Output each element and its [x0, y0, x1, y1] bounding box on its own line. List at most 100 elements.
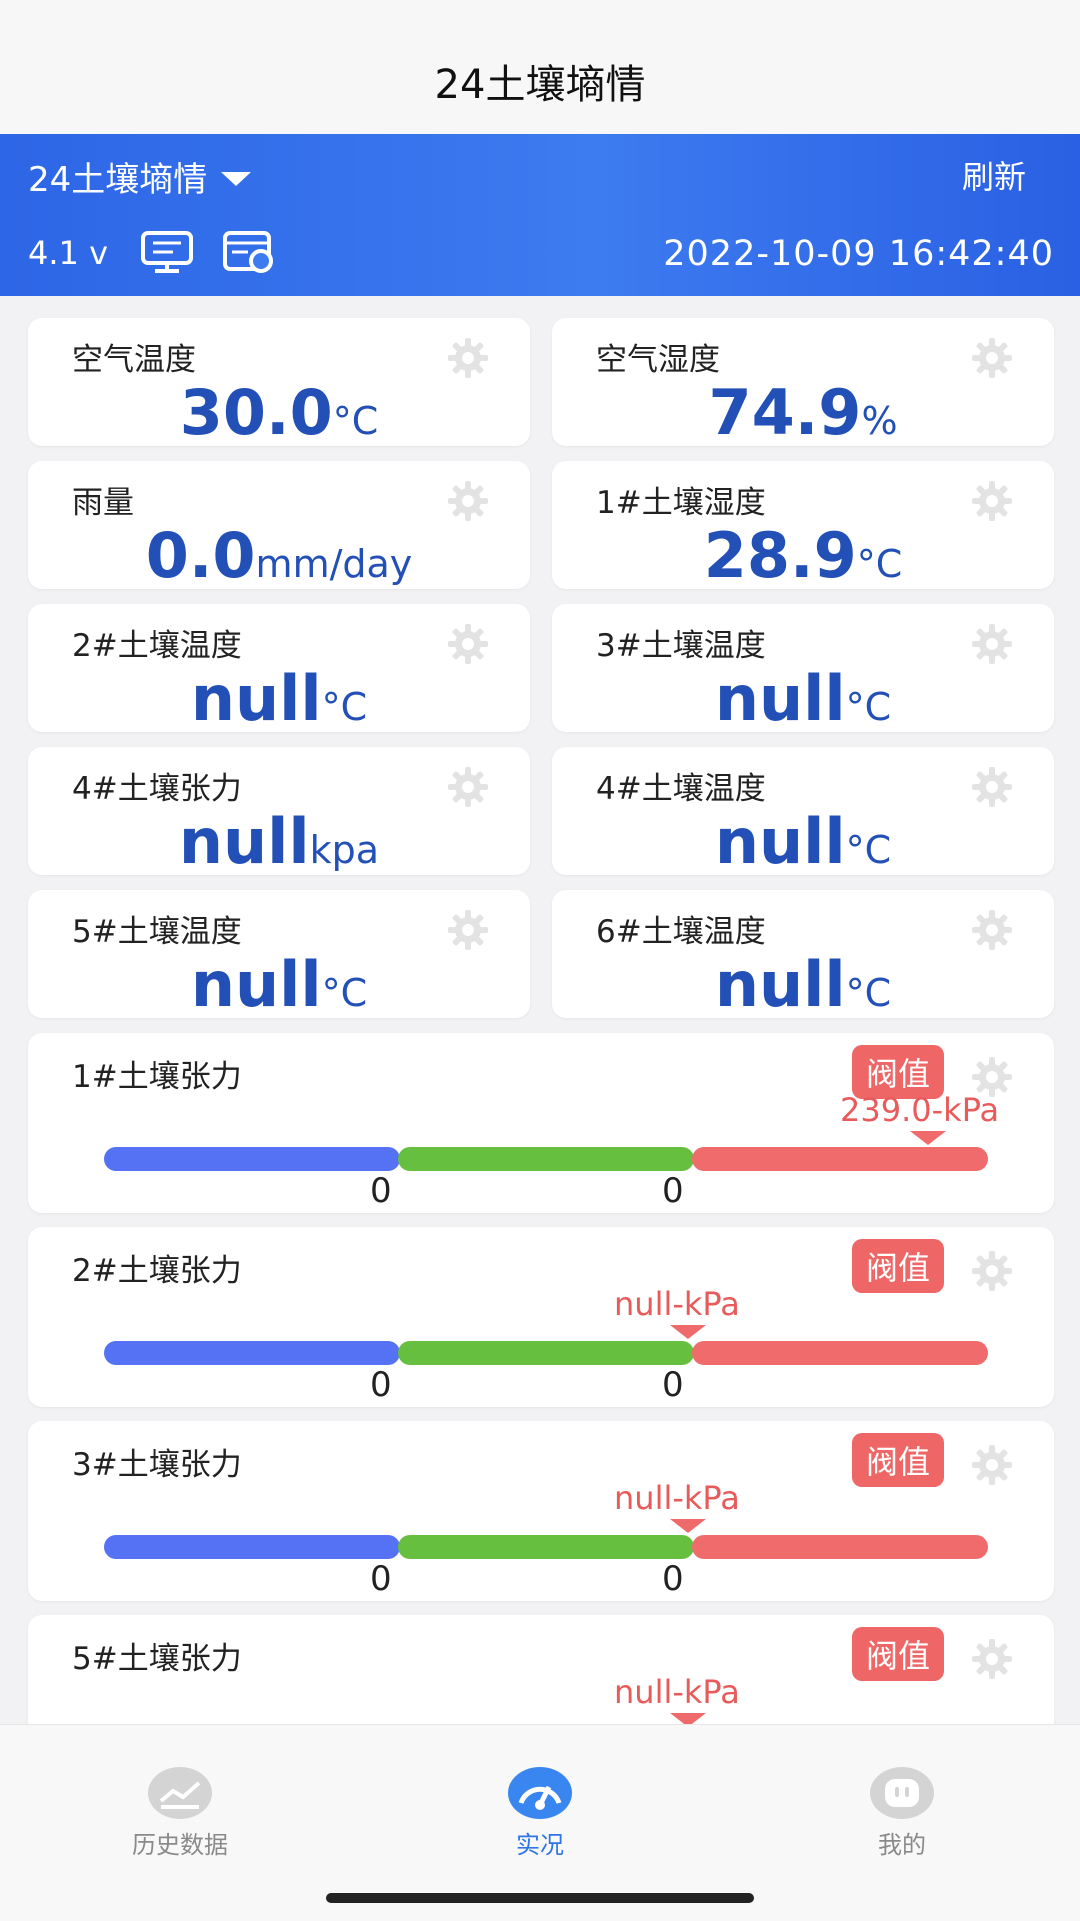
value-number: null — [190, 948, 322, 1021]
range-bar-high — [692, 1535, 988, 1559]
sensor-value: 28.9°C — [552, 519, 1054, 592]
sensor-value: 74.9% — [552, 376, 1054, 449]
tension-card-3[interactable]: 3#土壤张力 阀值 null-kPa 0 0 — [28, 1421, 1054, 1601]
sensor-label: 雨量 — [72, 485, 134, 521]
sensor-card-soil4-tension[interactable]: 4#土壤张力 nullkpa — [28, 747, 530, 878]
tension-label: 5#土壤张力 — [72, 1641, 242, 1677]
sensor-label: 1#土壤湿度 — [596, 485, 766, 521]
sensor-card-soil2-temp[interactable]: 2#土壤温度 null°C — [28, 604, 530, 735]
value-unit: °C — [845, 971, 892, 1015]
range-bar-mid — [398, 1535, 694, 1559]
tension-label: 3#土壤张力 — [72, 1447, 242, 1483]
chart-icon — [148, 1767, 212, 1819]
gear-icon[interactable] — [446, 336, 490, 380]
range-bar-low — [104, 1147, 400, 1171]
sensor-label: 3#土壤温度 — [596, 628, 766, 664]
timestamp: 2022-10-09 16:42:40 — [663, 234, 1054, 274]
value-unit: °C — [845, 685, 892, 729]
tension-card-1[interactable]: 1#土壤张力 阀值 239.0-kPa 0 0 — [28, 1033, 1054, 1213]
nav-live[interactable]: 实况 — [440, 1765, 640, 1860]
sensor-card-soil5-temp[interactable]: 5#土壤温度 null°C — [28, 890, 530, 1021]
gear-icon[interactable] — [970, 336, 1014, 380]
top-title-bar: 24土壤墒情 — [0, 0, 1080, 134]
threshold-button[interactable]: 阀值 — [851, 1627, 944, 1681]
profile-icon — [870, 1767, 934, 1819]
range-tick-1: 0 — [370, 1559, 392, 1599]
gear-icon[interactable] — [970, 479, 1014, 523]
gear-icon[interactable] — [446, 765, 490, 809]
page-title: 24土壤墒情 — [434, 62, 646, 108]
sensor-value: null°C — [28, 662, 530, 735]
range-bar-high — [692, 1341, 988, 1365]
refresh-button[interactable]: 刷新 — [962, 152, 1026, 198]
value-number: null — [714, 948, 846, 1021]
gear-icon[interactable] — [446, 622, 490, 666]
value-number: 74.9 — [708, 376, 862, 449]
gear-icon[interactable] — [446, 479, 490, 523]
gear-icon[interactable] — [970, 1249, 1014, 1293]
gear-icon[interactable] — [970, 622, 1014, 666]
tension-label: 1#土壤张力 — [72, 1059, 242, 1095]
range-tick-1: 0 — [370, 1365, 392, 1405]
bottom-navigation: 历史数据 实况 我的 — [0, 1724, 1080, 1921]
range-bar-low — [104, 1341, 400, 1365]
device-card-icon[interactable] — [222, 230, 276, 274]
nav-label: 历史数据 — [132, 1831, 228, 1859]
sensor-value: 30.0°C — [28, 376, 530, 449]
sensor-card-soil3-temp[interactable]: 3#土壤温度 null°C — [552, 604, 1054, 735]
station-header: 24土壤墒情 刷新 4.1 v 2022-10-09 16:42:40 — [0, 134, 1080, 296]
sensor-card-soil4-temp[interactable]: 4#土壤温度 null°C — [552, 747, 1054, 878]
monitor-icon[interactable] — [140, 230, 194, 274]
sensor-label: 5#土壤温度 — [72, 914, 242, 950]
range-tick-2: 0 — [662, 1365, 684, 1405]
value-unit: °C — [856, 542, 903, 586]
station-name: 24土壤墒情 — [28, 160, 208, 200]
value-unit: kpa — [309, 828, 380, 872]
value-number: 28.9 — [703, 519, 857, 592]
value-number: null — [190, 662, 322, 735]
tension-card-2[interactable]: 2#土壤张力 阀值 null-kPa 0 0 — [28, 1227, 1054, 1407]
value-number: null — [178, 805, 310, 878]
nav-profile[interactable]: 我的 — [802, 1765, 1002, 1860]
home-indicator[interactable] — [326, 1893, 754, 1903]
nav-label: 我的 — [878, 1831, 926, 1859]
sensor-value: nullkpa — [28, 805, 530, 878]
value-unit: °C — [321, 971, 368, 1015]
value-unit: °C — [332, 399, 379, 443]
range-tick-2: 0 — [662, 1171, 684, 1211]
tension-card-5[interactable]: 5#土壤张力 阀值 null-kPa — [28, 1615, 1054, 1735]
voltage-readout: 4.1 v — [28, 234, 108, 272]
range-bar-mid — [398, 1341, 694, 1365]
sensor-value: null°C — [28, 948, 530, 1021]
value-number: 30.0 — [179, 376, 333, 449]
threshold-button[interactable]: 阀值 — [851, 1239, 944, 1293]
sensor-card-soil1-humidity[interactable]: 1#土壤湿度 28.9°C — [552, 461, 1054, 592]
range-tick-2: 0 — [662, 1559, 684, 1599]
caret-down-icon — [221, 171, 252, 186]
sensor-card-air-temp[interactable]: 空气温度 30.0°C — [28, 318, 530, 449]
nav-label: 实况 — [516, 1831, 564, 1859]
nav-history[interactable]: 历史数据 — [80, 1765, 280, 1860]
gear-icon[interactable] — [446, 908, 490, 952]
value-unit: % — [861, 399, 898, 443]
tension-label: 2#土壤张力 — [72, 1253, 242, 1289]
gear-icon[interactable] — [970, 908, 1014, 952]
sensor-card-air-humidity[interactable]: 空气湿度 74.9% — [552, 318, 1054, 449]
threshold-button[interactable]: 阀值 — [851, 1433, 944, 1487]
sensor-label: 2#土壤温度 — [72, 628, 242, 664]
gear-icon[interactable] — [970, 1637, 1014, 1681]
sensor-value: null°C — [552, 805, 1054, 878]
gear-icon[interactable] — [970, 765, 1014, 809]
marker-pointer-icon — [670, 1519, 706, 1533]
tension-marker-value: 239.0-kPa — [840, 1091, 1000, 1129]
gear-icon[interactable] — [970, 1443, 1014, 1487]
sensor-label: 空气温度 — [72, 342, 196, 378]
value-unit: mm/day — [255, 542, 413, 586]
sensor-label: 4#土壤张力 — [72, 771, 242, 807]
range-tick-1: 0 — [370, 1171, 392, 1211]
sensor-value: null°C — [552, 662, 1054, 735]
station-selector[interactable]: 24土壤墒情 — [28, 152, 252, 201]
sensor-card-soil6-temp[interactable]: 6#土壤温度 null°C — [552, 890, 1054, 1021]
range-bar-low — [104, 1535, 400, 1559]
sensor-card-rainfall[interactable]: 雨量 0.0mm/day — [28, 461, 530, 592]
